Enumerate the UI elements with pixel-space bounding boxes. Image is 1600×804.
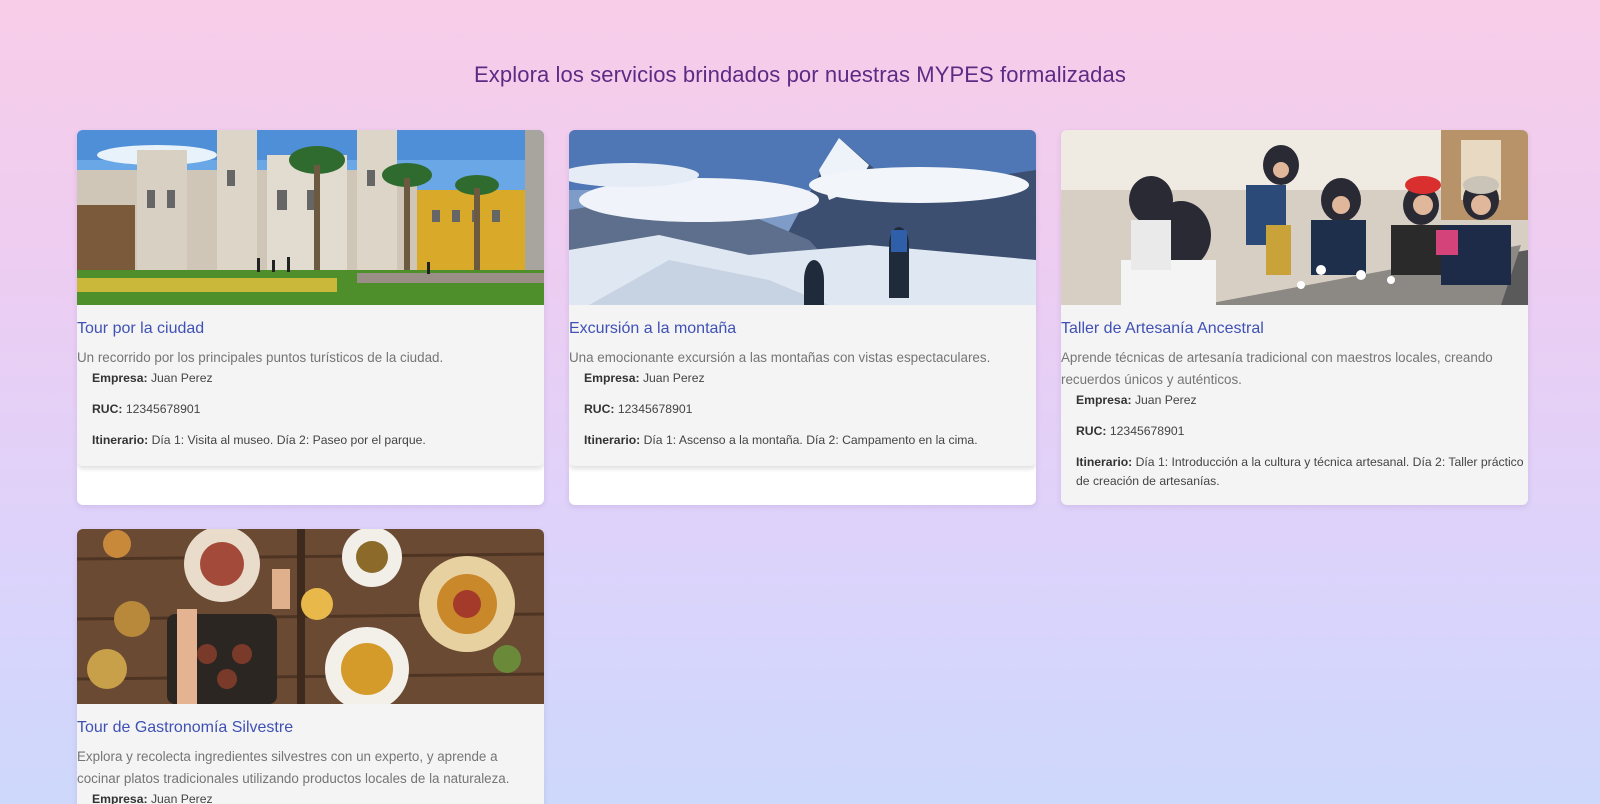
ruc-row: RUC: 12345678901 — [1076, 422, 1528, 441]
ruc-row: RUC: 12345678901 — [92, 400, 544, 419]
ruc-value: 12345678901 — [1109, 424, 1185, 438]
itinerario-value: Día 1: Visita al museo. Día 2: Paseo por… — [151, 433, 426, 447]
card-title[interactable]: Tour de Gastronomía Silvestre — [77, 718, 544, 738]
empresa-label: Empresa: — [92, 792, 148, 804]
card-image-craft — [1061, 130, 1528, 305]
empresa-row: Empresa: Juan Perez — [584, 369, 1036, 388]
ruc-label: RUC: — [1076, 424, 1107, 438]
itinerario-row: Itinerario: Día 1: Ascenso a la montaña.… — [584, 431, 1036, 450]
itinerario-row: Itinerario: Día 1: Introducción a la cul… — [1076, 453, 1528, 491]
card-title[interactable]: Taller de Artesanía Ancestral — [1061, 319, 1528, 339]
card-description: Un recorrido por los principales puntos … — [77, 350, 444, 365]
card-description: Explora y recolecta ingredientes silvest… — [77, 749, 510, 786]
itinerario-value: Día 1: Introducción a la cultura y técni… — [1076, 455, 1524, 488]
itinerario-value: Día 1: Ascenso a la montaña. Día 2: Camp… — [643, 433, 978, 447]
itinerario-label: Itinerario: — [584, 433, 641, 447]
card-meta: Empresa: Juan Perez RUC: 12345678901 Iti… — [1061, 391, 1528, 491]
ruc-value: 12345678901 — [617, 402, 693, 416]
empresa-label: Empresa: — [92, 371, 148, 385]
card-meta: Empresa: Juan Perez — [77, 790, 544, 804]
ruc-row: RUC: 12345678901 — [584, 400, 1036, 419]
empresa-row: Empresa: Juan Perez — [1076, 391, 1528, 410]
service-card-gastronomy[interactable]: Tour de Gastronomía Silvestre Explora y … — [77, 529, 544, 804]
empresa-value: Juan Perez — [642, 371, 705, 385]
page-title: Explora los servicios brindados por nues… — [474, 62, 1126, 87]
empresa-value: Juan Perez — [150, 792, 213, 804]
itinerario-row: Itinerario: Día 1: Visita al museo. Día … — [92, 431, 544, 450]
empresa-value: Juan Perez — [1134, 393, 1197, 407]
service-card-city-tour[interactable]: Tour por la ciudad Un recorrido por los … — [77, 130, 544, 505]
itinerario-label: Itinerario: — [1076, 455, 1133, 469]
empresa-row: Empresa: Juan Perez — [92, 790, 544, 804]
card-meta: Empresa: Juan Perez RUC: 12345678901 Iti… — [77, 369, 544, 450]
empresa-value: Juan Perez — [150, 371, 213, 385]
card-image-mountain — [569, 130, 1036, 305]
card-image-food — [77, 529, 544, 704]
service-card-craft[interactable]: Taller de Artesanía Ancestral Aprende té… — [1061, 130, 1528, 505]
card-title[interactable]: Tour por la ciudad — [77, 319, 544, 339]
service-card-mountain[interactable]: Excursión a la montaña Una emocionante e… — [569, 130, 1036, 505]
ruc-label: RUC: — [92, 402, 123, 416]
card-description: Aprende técnicas de artesanía tradiciona… — [1061, 350, 1493, 387]
ruc-value: 12345678901 — [125, 402, 201, 416]
card-meta: Empresa: Juan Perez RUC: 12345678901 Iti… — [569, 369, 1036, 450]
ruc-label: RUC: — [584, 402, 615, 416]
empresa-row: Empresa: Juan Perez — [92, 369, 544, 388]
card-description: Una emocionante excursión a las montañas… — [569, 350, 991, 365]
empresa-label: Empresa: — [584, 371, 640, 385]
card-image-city — [77, 130, 544, 305]
empresa-label: Empresa: — [1076, 393, 1132, 407]
card-title[interactable]: Excursión a la montaña — [569, 319, 1036, 339]
itinerario-label: Itinerario: — [92, 433, 149, 447]
